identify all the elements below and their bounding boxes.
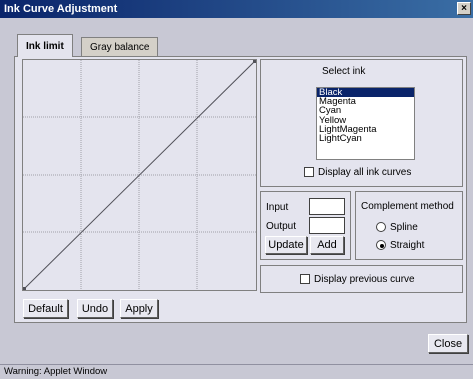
input-field[interactable] [309, 198, 345, 215]
undo-button[interactable]: Undo [77, 299, 113, 318]
select-ink-label: Select ink [322, 66, 366, 77]
add-button[interactable]: Add [310, 236, 344, 254]
ink-listbox[interactable]: Black Magenta Cyan Yellow LightMagenta L… [316, 87, 415, 160]
straight-label: Straight [390, 240, 425, 251]
window-title: Ink Curve Adjustment [4, 3, 118, 15]
complement-method-label: Complement method [361, 201, 454, 212]
straight-radio[interactable] [376, 240, 386, 251]
curve-graph[interactable] [22, 59, 257, 291]
output-field[interactable] [309, 217, 345, 234]
display-all-curves-label: Display all ink curves [318, 167, 412, 178]
title-bar: Ink Curve Adjustment × [0, 0, 473, 18]
display-previous-curve-option[interactable]: Display previous curve [300, 274, 415, 285]
input-label: Input [266, 202, 289, 213]
curve-point-end [253, 60, 256, 63]
curve-point-start [23, 287, 26, 290]
tab-gray-balance[interactable]: Gray balance [81, 37, 159, 56]
output-label: Output [266, 221, 297, 232]
update-button[interactable]: Update [265, 236, 307, 254]
display-previous-curve-checkbox[interactable] [300, 274, 310, 285]
apply-button[interactable]: Apply [120, 299, 158, 318]
default-button[interactable]: Default [23, 299, 68, 318]
status-bar: Warning: Applet Window [0, 364, 473, 379]
spline-radio[interactable] [376, 222, 386, 233]
straight-option[interactable]: Straight [376, 240, 424, 251]
list-item-lightcyan[interactable]: LightCyan [317, 134, 414, 144]
curve-graph-svg [23, 60, 256, 290]
display-all-curves-checkbox[interactable] [304, 167, 314, 178]
tab-ink-limit[interactable]: Ink limit [17, 34, 73, 57]
spline-option[interactable]: Spline [376, 222, 418, 233]
close-button[interactable]: Close [428, 334, 468, 353]
display-all-curves-option[interactable]: Display all ink curves [304, 167, 411, 178]
spline-label: Spline [390, 222, 418, 233]
close-icon[interactable]: × [457, 2, 471, 15]
display-previous-curve-label: Display previous curve [314, 274, 415, 285]
